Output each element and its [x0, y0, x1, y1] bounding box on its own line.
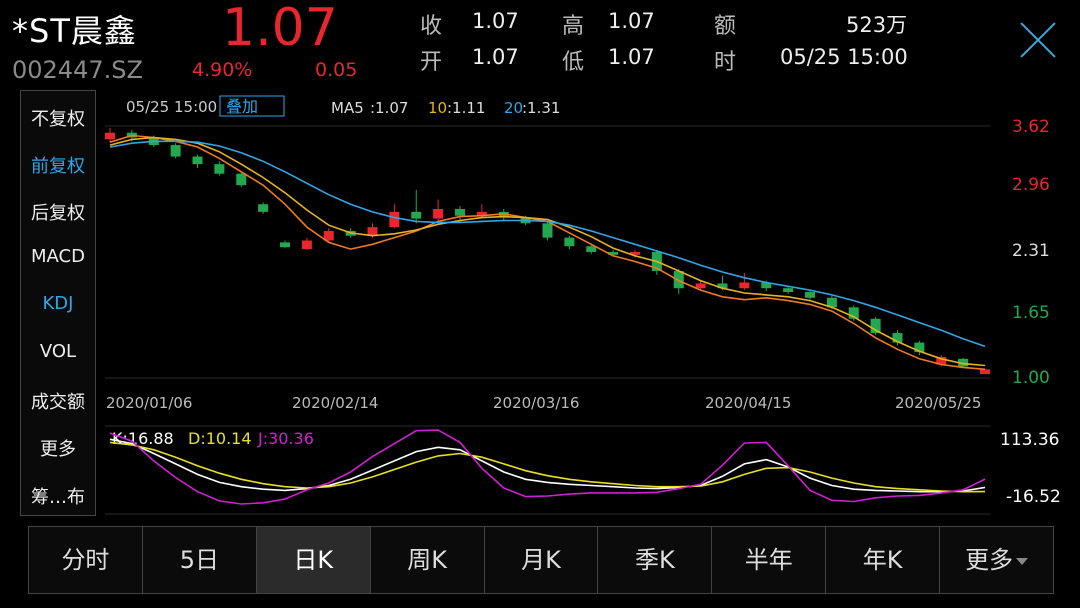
sidebar-item-kdj[interactable]: KDJ	[21, 293, 95, 314]
close-icon[interactable]	[1018, 20, 1058, 60]
change-percent: 4.90%	[192, 59, 253, 81]
date-tick: 2020/04/15	[705, 394, 791, 412]
candle-down	[236, 173, 247, 186]
sidebar-item-forward-adjust[interactable]: 前复权	[21, 152, 95, 178]
tab-intraday[interactable]: 分时	[29, 527, 143, 593]
candle-down	[805, 292, 815, 298]
kdj-tick: -16.52	[1006, 487, 1061, 507]
sidebar-item-more[interactable]: 更多	[21, 435, 95, 461]
ma10-label: 10	[428, 99, 447, 117]
ma5-line	[109, 134, 986, 371]
candle-up	[739, 282, 750, 289]
candle-up	[433, 209, 444, 219]
indicator-sidebar: 不复权 前复权 后复权 MACD KDJ VOL 成交额 更多 筹…布	[20, 90, 96, 516]
kline-chart[interactable]: 05/25 15:00 叠加 MA5 :1.07 10 :1.11 20 :1.…	[100, 90, 1080, 518]
stock-name: *ST晨鑫	[12, 12, 137, 50]
sidebar-item-vol[interactable]: VOL	[21, 341, 95, 362]
candle-down	[280, 242, 290, 248]
price-tick: 2.31	[1012, 241, 1050, 261]
kdj-d-line	[109, 441, 986, 493]
low-label: 低	[562, 50, 585, 75]
period-tab-bar: 分时 5日 日K 周K 月K 季K 半年 年K 更多	[28, 526, 1054, 594]
candle-down	[542, 223, 553, 238]
sidebar-item-macd[interactable]: MACD	[21, 246, 95, 267]
time-label: 时	[714, 50, 737, 75]
open-value: 1.07	[472, 45, 519, 69]
price-tick: 2.96	[1012, 175, 1050, 195]
kdj-j-value: J:30.36	[257, 429, 314, 448]
open-label: 开	[420, 50, 443, 75]
ma20-label: 20	[504, 99, 523, 117]
candle-down	[214, 164, 225, 174]
date-tick: 2020/03/16	[493, 394, 579, 412]
candle-down	[564, 237, 575, 247]
kdj-d-value: D:10.14	[188, 429, 252, 448]
date-tick: 2020/05/25	[895, 394, 981, 412]
candlestick-series	[105, 127, 990, 375]
candle-up	[367, 227, 378, 236]
candle-up	[980, 369, 990, 375]
tab-monthly-k[interactable]: 月K	[485, 527, 599, 593]
high-label: 高	[562, 14, 585, 39]
tab-daily-k[interactable]: 日K	[256, 527, 371, 593]
change-amount: 0.05	[315, 59, 358, 81]
sidebar-item-backward-adjust[interactable]: 后复权	[21, 199, 95, 225]
kdj-tick: 113.36	[1000, 430, 1059, 450]
candle-up	[389, 211, 400, 228]
candle-down	[170, 145, 181, 157]
candle-down	[783, 288, 794, 293]
low-value: 1.07	[608, 45, 655, 69]
candle-up	[301, 240, 312, 250]
ma5-label: MA5	[331, 99, 364, 117]
candle-down	[455, 209, 465, 216]
tab-quarterly-k[interactable]: 季K	[598, 527, 713, 593]
candle-up	[105, 132, 115, 140]
price-tick: 1.65	[1012, 303, 1050, 323]
chevron-down-icon	[1016, 557, 1029, 565]
current-price: 1.07	[222, 0, 338, 58]
tab-yearly-k[interactable]: 年K	[826, 527, 941, 593]
sidebar-item-chip-distribution[interactable]: 筹…布	[21, 483, 95, 509]
ma5-value: :1.07	[370, 99, 408, 117]
ma10-value: :1.11	[447, 99, 485, 117]
chart-datetime: 05/25 15:00	[126, 98, 217, 116]
tab-weekly-k[interactable]: 周K	[371, 527, 485, 593]
sidebar-item-no-adjust[interactable]: 不复权	[21, 105, 95, 131]
tab-more[interactable]: 更多	[940, 527, 1053, 593]
close-value: 1.07	[472, 9, 519, 33]
kdj-k-value: K:16.88	[112, 429, 174, 448]
candle-down	[586, 246, 597, 252]
tab-half-year[interactable]: 半年	[712, 527, 827, 593]
stock-code: 002447.SZ	[12, 56, 143, 84]
candle-down	[673, 271, 684, 289]
date-tick: 2020/01/06	[106, 394, 192, 412]
price-tick: 1.00	[1012, 368, 1050, 388]
sidebar-item-turnover[interactable]: 成交额	[21, 388, 95, 414]
high-value: 1.07	[608, 9, 655, 33]
time-value: 05/25 15:00	[780, 45, 908, 69]
candle-down	[411, 211, 422, 219]
ma20-value: :1.31	[522, 99, 560, 117]
tab-5day[interactable]: 5日	[143, 527, 257, 593]
price-tick: 3.62	[1012, 117, 1050, 137]
amount-label: 额	[714, 14, 737, 39]
candle-down	[192, 156, 203, 165]
date-tick: 2020/02/14	[292, 394, 378, 412]
candle-up	[695, 283, 706, 289]
overlay-label[interactable]: 叠加	[226, 97, 258, 116]
close-label: 收	[420, 14, 443, 39]
candle-down	[258, 204, 269, 212]
amount-value: 523万	[846, 13, 908, 37]
moving-average-lines	[109, 134, 986, 371]
tab-more-label: 更多	[965, 546, 1014, 574]
